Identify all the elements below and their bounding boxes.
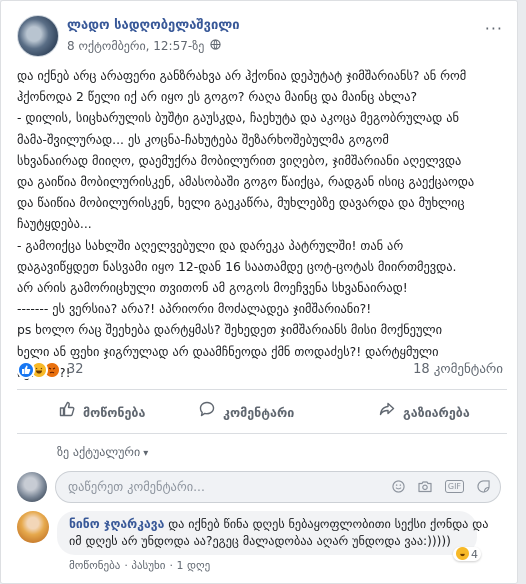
speech-bubble-icon <box>197 399 217 425</box>
post-line: ------- ეს ვერსია? არა?! აპრიორი მოძალად… <box>17 301 372 317</box>
post-meta: 8 ოქტომბერი, 12:57-ზე <box>67 39 221 53</box>
post-line: მამა-შვილურად... ეს კოცნა-ჩახუტება შეზარ… <box>17 131 389 147</box>
comment-like-link[interactable]: მოწონება <box>69 559 120 572</box>
comment-text: იმ დღეს არ უნდოდა აა?ეგეც მალადობაა აღარ… <box>69 534 451 548</box>
comment-item: ნინო ჯღარკავა და იქნებ წინა დღეს ნებაყოფ… <box>17 511 507 572</box>
write-comment-row: დაწერეთ კომენტარი... GIF <box>17 469 507 505</box>
share-arrow-icon <box>377 399 397 425</box>
share-button[interactable]: გაზიარება <box>377 399 470 425</box>
divider <box>17 433 507 434</box>
post-line: სხვანაირად მიიღო, დაემუქრა მობილურით ვიღ… <box>17 152 462 168</box>
haha-reaction-icon <box>456 547 469 560</box>
reactions-bar: 32 18 კომენტარი <box>17 359 507 383</box>
post-line: ჰქონოდა 2 წელი იქ არ იყო ეს გოგო? რაღა მ… <box>17 89 418 105</box>
comment-text: და იქნებ წინა დღეს ნებაყოფლობითი სექსი ქ… <box>168 517 489 531</box>
post-timestamp[interactable]: 8 ოქტომბერი, 12:57-ზე <box>67 39 204 53</box>
author-name[interactable]: ლადო სადღობელაშვილი <box>67 18 240 33</box>
chevron-down-icon: ▾ <box>143 448 149 459</box>
globe-icon <box>210 39 221 53</box>
comment-button-label: კომენტარი <box>223 405 295 420</box>
like-reaction-icon[interactable] <box>17 361 35 379</box>
divider <box>17 389 507 390</box>
gif-icon[interactable]: GIF <box>444 480 465 493</box>
share-button-label: გაზიარება <box>403 405 470 420</box>
comment-sort-label: ზე აქტუალური <box>57 445 141 459</box>
commenter-avatar[interactable] <box>17 511 49 543</box>
comment-input[interactable]: დაწერეთ კომენტარი... GIF <box>55 471 501 503</box>
viewer-avatar <box>17 472 47 502</box>
post-header: ლადო სადღობელაშვილი 8 ოქტომბერი, 12:57-ზ… <box>17 15 507 59</box>
sticker-icon[interactable] <box>477 473 490 503</box>
post-line: - დილის, სიცხარულის ბუშტი გაუსკდა, ჩაეხუ… <box>17 110 459 126</box>
reaction-count[interactable]: 32 <box>67 362 84 377</box>
post-line: და გაიწია მობილურისკენ, ამასობაში გოგო წ… <box>17 174 475 190</box>
emoji-icon[interactable] <box>392 473 405 503</box>
comment-count[interactable]: 18 კომენტარი <box>413 362 503 377</box>
post-body: და იქნებ არც არაფერი განზრახვა არ ჰქონია… <box>17 65 507 383</box>
thumbs-up-icon <box>57 399 77 425</box>
comment-input-placeholder: დაწერეთ კომენტარი... <box>68 479 205 494</box>
comment-actions: მოწონება · პასუხი · 1 დღე <box>69 559 211 572</box>
comment-bubble: ნინო ჯღარკავა და იქნებ წინა დღეს ნებაყოფ… <box>57 511 488 555</box>
post-line: - გამოიქცა სახლში აღელვებული და დარეკა პ… <box>17 237 404 253</box>
more-options-icon[interactable]: ··· <box>485 19 503 38</box>
camera-icon[interactable] <box>418 473 432 503</box>
post-line: ps ხოლო რაც შეეხება დარტყმას? შეხედეთ ჯი… <box>17 322 443 338</box>
comment-input-icons: GIF <box>383 472 490 502</box>
post-line: და წაიწია მობილურისკენ, ხელი გაეკაწრა, მ… <box>17 195 465 211</box>
post-line: ჩაუტყდება... <box>17 216 92 232</box>
post-card: ლადო სადღობელაშვილი 8 ოქტომბერი, 12:57-ზ… <box>0 0 518 584</box>
comment-reaction-count: 4 <box>471 548 478 561</box>
comment-time[interactable]: 1 დღე <box>176 559 210 572</box>
comment-reply-link[interactable]: პასუხი <box>131 559 165 572</box>
post-line: არ არის გამორიცხული თვითონ ამ გოგოს მოეჩ… <box>17 280 408 296</box>
post-line: და იქნებ არც არაფერი განზრახვა არ ჰქონია… <box>17 68 467 83</box>
comment-reactions[interactable]: 4 <box>453 547 481 561</box>
commenter-name[interactable]: ნინო ჯღარკავა <box>69 517 164 531</box>
post-line: დაგავიწყდეთ ნასვამი იყო 12-დან 16 საათამ… <box>17 258 457 274</box>
comment-sort-dropdown[interactable]: ზე აქტუალური ▾ <box>57 445 148 459</box>
like-button[interactable]: მოწონება <box>57 399 145 425</box>
comment-button[interactable]: კომენტარი <box>197 399 294 425</box>
action-bar: მოწონება კომენტარი გაზიარება <box>17 395 507 429</box>
author-avatar[interactable] <box>17 15 59 57</box>
like-button-label: მოწონება <box>83 405 146 420</box>
